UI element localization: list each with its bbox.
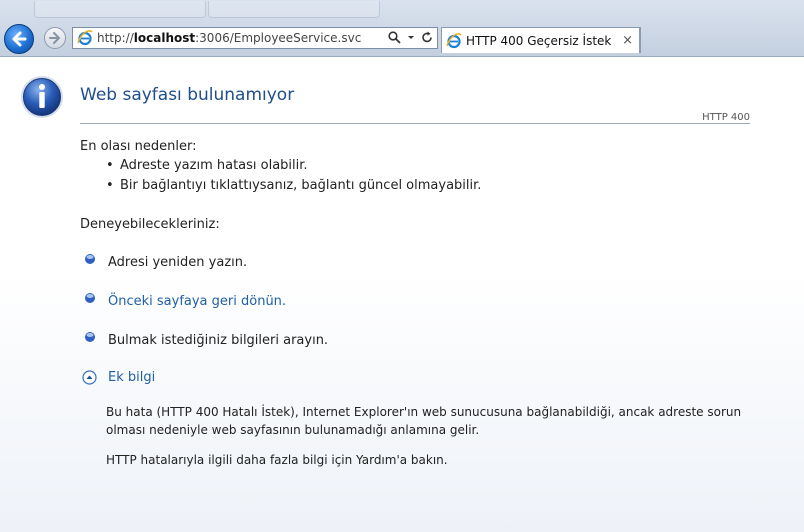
tab-active[interactable]: HTTP 400 Geçersiz İstek × (441, 27, 640, 53)
action-go-back[interactable]: Önceki sayfaya geri dönün. (84, 292, 286, 309)
causes-title: En olası nedenler: (80, 139, 197, 154)
address-bar[interactable]: http://localhost:3006/EmployeeService.sv… (72, 27, 438, 49)
arrow-right-icon (49, 32, 60, 44)
action-retype: Adresi yeniden yazın. (84, 253, 247, 270)
refresh-icon[interactable] (421, 31, 433, 44)
tries-title: Deneyebilecekleriniz: (80, 217, 220, 232)
background-tab[interactable] (34, 1, 206, 18)
info-icon (21, 76, 63, 118)
new-tab-divider (640, 27, 641, 53)
bullet-orb-icon (85, 331, 95, 342)
back-button[interactable] (4, 24, 34, 54)
causes-list: • Adreste yazım hatası olabilir. • Bir bağ… (106, 158, 481, 198)
list-item: • Adreste yazım hatası olabilir. (106, 158, 308, 173)
more-info-label[interactable]: Ek bilgi (108, 370, 155, 385)
error-page: Web sayfası bulunamıyor HTTP 400 En olas… (0, 57, 804, 532)
background-tab[interactable] (208, 1, 380, 18)
browser-chrome: http://localhost:3006/EmployeeService.sv… (0, 0, 804, 57)
background-tabs (34, 0, 794, 18)
url-text[interactable]: http://localhost:3006/EmployeeService.sv… (97, 31, 361, 45)
bullet-orb-icon (85, 253, 95, 264)
bullet-orb-icon (85, 292, 95, 303)
help-paragraph: HTTP hatalarıyla ilgili daha fazla bilgi… (106, 453, 448, 467)
dropdown-arrow-icon[interactable] (407, 31, 415, 44)
forward-button[interactable] (44, 27, 66, 49)
go-back-link[interactable]: Önceki sayfaya geri dönün. (108, 294, 286, 309)
chevron-up-icon (82, 370, 97, 385)
tab-title: HTTP 400 Geçersiz İstek (466, 33, 612, 48)
close-icon[interactable]: × (622, 33, 633, 48)
ie-logo-icon (77, 30, 93, 46)
title-divider (80, 123, 750, 124)
list-item: • Bir bağlantıyı tıklattıysanız, bağlantı… (106, 178, 482, 193)
error-code: HTTP 400 (702, 112, 750, 123)
arrow-left-icon (12, 31, 27, 47)
more-info-toggle[interactable]: Ek bilgi (82, 370, 155, 385)
action-search: Bulmak istediğiniz bilgileri arayın. (84, 331, 328, 348)
search-icon[interactable] (388, 31, 401, 44)
ie-logo-icon (446, 32, 462, 48)
page-title: Web sayfası bulunamıyor (80, 85, 295, 105)
details-paragraph: Bu hata (HTTP 400 Hatalı İstek), Interne… (106, 405, 742, 437)
